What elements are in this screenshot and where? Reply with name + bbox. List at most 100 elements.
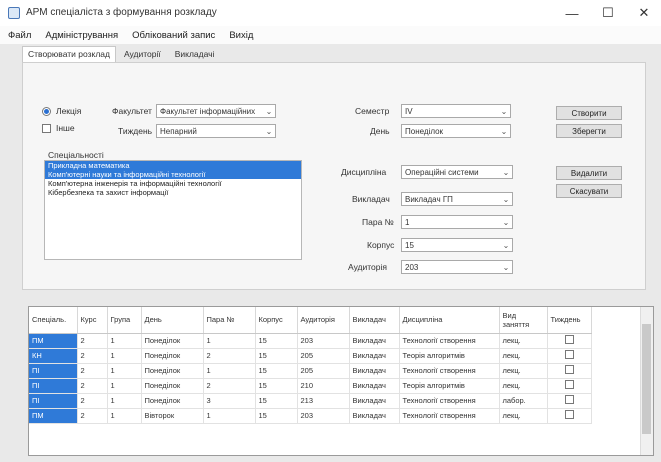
- table-cell[interactable]: 2: [203, 378, 256, 394]
- auditorium-combo[interactable]: 203 ⌄: [401, 260, 513, 274]
- table-cell[interactable]: лабор.: [499, 393, 548, 409]
- table-cell[interactable]: Технології створення: [399, 393, 500, 409]
- week-checkbox[interactable]: [564, 395, 574, 404]
- close-button[interactable]: ✕: [624, 0, 661, 26]
- schedule-grid[interactable]: Спеціаль. Курс Група День Пара № Корпус …: [28, 306, 654, 456]
- column-header[interactable]: Пара №: [203, 307, 256, 334]
- cancel-button[interactable]: Скасувати: [556, 184, 622, 198]
- week-checkbox[interactable]: [564, 335, 574, 344]
- table-cell[interactable]: 1: [203, 408, 256, 424]
- table-cell[interactable]: 2: [77, 363, 108, 379]
- menu-account[interactable]: Облікований запис: [132, 30, 215, 41]
- table-row[interactable]: ПІ 2 1 Понеділок 2 15 210 Викладач Теорія алгори…: [29, 378, 592, 394]
- table-cell[interactable]: Теорія алгоритмів: [399, 378, 500, 394]
- table-cell[interactable]: 1: [107, 378, 142, 394]
- column-header[interactable]: День: [141, 307, 204, 334]
- minimize-button[interactable]: —: [552, 0, 592, 26]
- table-cell[interactable]: 15: [255, 378, 298, 394]
- week-checkbox-cell[interactable]: [547, 408, 592, 424]
- table-cell[interactable]: Технології створення: [399, 408, 500, 424]
- table-cell[interactable]: 15: [255, 408, 298, 424]
- table-cell[interactable]: Понеділок: [141, 393, 204, 409]
- table-cell[interactable]: 205: [297, 363, 350, 379]
- table-cell[interactable]: ПІ: [29, 363, 78, 379]
- table-cell[interactable]: Викладач: [349, 333, 400, 349]
- column-header[interactable]: Спеціаль.: [29, 307, 78, 334]
- table-cell[interactable]: 1: [107, 333, 142, 349]
- table-row[interactable]: ПІ 2 1 Понеділок 1 15 205 Викладач Технології ст…: [29, 363, 592, 379]
- create-button[interactable]: Створити: [556, 106, 622, 120]
- week-checkbox-cell[interactable]: [547, 378, 592, 394]
- table-cell[interactable]: 15: [255, 333, 298, 349]
- column-header[interactable]: Викладач: [349, 307, 400, 334]
- save-button[interactable]: Зберегти: [556, 124, 622, 138]
- table-cell[interactable]: 15: [255, 393, 298, 409]
- table-cell[interactable]: 1: [107, 393, 142, 409]
- table-cell[interactable]: Викладач: [349, 378, 400, 394]
- tab-auditoriums[interactable]: Аудиторії: [118, 46, 167, 62]
- table-cell[interactable]: Понеділок: [141, 348, 204, 364]
- table-cell[interactable]: 203: [297, 408, 350, 424]
- table-cell[interactable]: КН: [29, 348, 78, 364]
- table-cell[interactable]: ПІ: [29, 378, 78, 394]
- week-checkbox-cell[interactable]: [547, 333, 592, 349]
- table-cell[interactable]: лекц.: [499, 348, 548, 364]
- discipline-combo[interactable]: Операційні системи ⌄: [401, 165, 513, 179]
- table-row[interactable]: ПМ 2 1 Вівторок 1 15 203 Викладач Технології ств…: [29, 408, 592, 424]
- table-cell[interactable]: Технології створення: [399, 333, 500, 349]
- week-checkbox[interactable]: [564, 410, 574, 419]
- table-cell[interactable]: Вівторок: [141, 408, 204, 424]
- column-header[interactable]: Курс: [77, 307, 108, 334]
- table-cell[interactable]: Викладач: [349, 408, 400, 424]
- table-cell[interactable]: 2: [77, 348, 108, 364]
- table-cell[interactable]: 15: [255, 363, 298, 379]
- specialties-listbox[interactable]: Прикладна математика Комп'ютерні науки т…: [44, 160, 302, 260]
- column-header[interactable]: Корпус: [255, 307, 298, 334]
- semester-combo[interactable]: IV ⌄: [401, 104, 511, 118]
- week-checkbox[interactable]: [564, 350, 574, 359]
- column-header[interactable]: Аудиторія: [297, 307, 350, 334]
- table-cell[interactable]: ПМ: [29, 408, 78, 424]
- faculty-combo[interactable]: Факультет інформаційних ⌄: [156, 104, 276, 118]
- week-checkbox[interactable]: [564, 365, 574, 374]
- table-cell[interactable]: Викладач: [349, 393, 400, 409]
- list-item[interactable]: Комп'ютерна інженерія та інформаційні те…: [45, 179, 301, 188]
- table-cell[interactable]: лекц.: [499, 378, 548, 394]
- table-cell[interactable]: ПМ: [29, 333, 78, 349]
- table-cell[interactable]: 1: [107, 348, 142, 364]
- table-cell[interactable]: лекц.: [499, 363, 548, 379]
- table-cell[interactable]: ПІ: [29, 393, 78, 409]
- table-cell[interactable]: 2: [203, 348, 256, 364]
- table-cell[interactable]: лекц.: [499, 408, 548, 424]
- list-item[interactable]: Комп'ютерні науки та інформаційні технол…: [45, 170, 301, 179]
- table-cell[interactable]: 2: [77, 333, 108, 349]
- week-checkbox-cell[interactable]: [547, 363, 592, 379]
- column-header[interactable]: Тиждень: [547, 307, 592, 334]
- table-cell[interactable]: Технології створення: [399, 363, 500, 379]
- column-header[interactable]: Вид заняття: [499, 307, 548, 334]
- week-combo[interactable]: Непарний ⌄: [156, 124, 276, 138]
- table-cell[interactable]: 1: [107, 363, 142, 379]
- tab-teachers[interactable]: Викладачі: [169, 46, 221, 62]
- week-checkbox[interactable]: [564, 380, 574, 389]
- menu-exit[interactable]: Вихід: [229, 30, 253, 41]
- delete-button[interactable]: Видалити: [556, 166, 622, 180]
- menu-administration[interactable]: Адміністрування: [45, 30, 118, 41]
- other-checkbox[interactable]: [42, 124, 51, 133]
- table-cell[interactable]: 2: [77, 393, 108, 409]
- table-cell[interactable]: Викладач: [349, 363, 400, 379]
- table-cell[interactable]: 210: [297, 378, 350, 394]
- table-cell[interactable]: 15: [255, 348, 298, 364]
- table-cell[interactable]: 203: [297, 333, 350, 349]
- table-cell[interactable]: лекц.: [499, 333, 548, 349]
- lecture-radio[interactable]: [42, 107, 51, 116]
- table-cell[interactable]: 1: [107, 408, 142, 424]
- table-cell[interactable]: 1: [203, 363, 256, 379]
- column-header[interactable]: Дисципліна: [399, 307, 500, 334]
- table-row[interactable]: ПІ 2 1 Понеділок 3 15 213 Викладач Технології ст…: [29, 393, 592, 409]
- table-cell[interactable]: Теорія алгоритмів: [399, 348, 500, 364]
- week-checkbox-cell[interactable]: [547, 348, 592, 364]
- table-cell[interactable]: Понеділок: [141, 378, 204, 394]
- week-checkbox-cell[interactable]: [547, 393, 592, 409]
- table-cell[interactable]: 205: [297, 348, 350, 364]
